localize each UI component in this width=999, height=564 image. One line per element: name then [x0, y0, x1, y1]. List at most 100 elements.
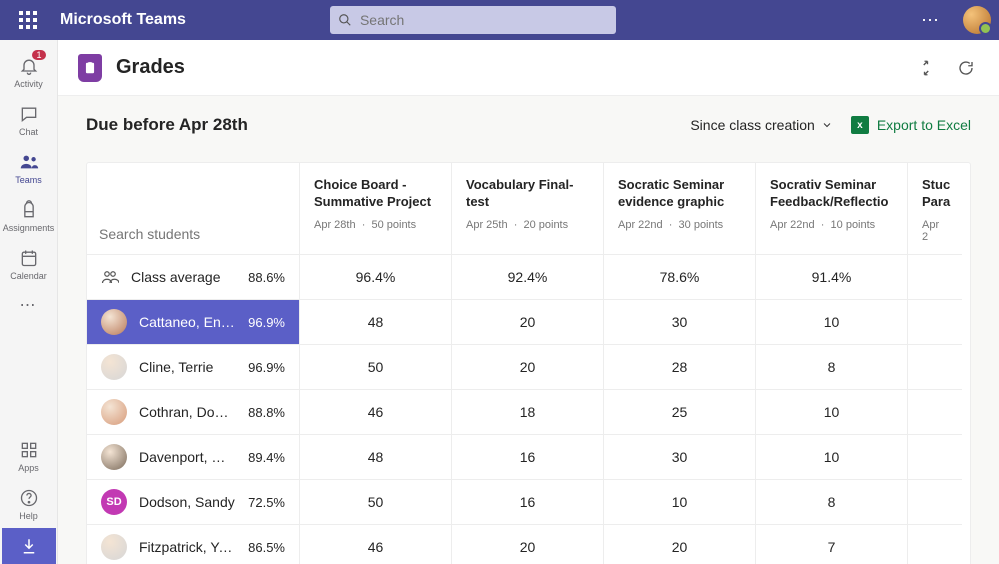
- grade-cell[interactable]: 30: [604, 435, 756, 480]
- grade-cell[interactable]: 8: [756, 480, 908, 525]
- chat-icon: [18, 103, 40, 125]
- grade-cell[interactable]: 28: [604, 345, 756, 390]
- more-button[interactable]: ⋯: [911, 10, 951, 31]
- rail-assignments[interactable]: Assignments: [0, 192, 58, 240]
- grade-cell[interactable]: [908, 435, 962, 480]
- apps-icon: [18, 439, 40, 461]
- grade-cell[interactable]: [908, 300, 962, 345]
- grade-cell[interactable]: [908, 480, 962, 525]
- class-average-label: Class average: [131, 269, 236, 285]
- collapse-button[interactable]: [913, 55, 939, 81]
- student-row[interactable]: Cothran, Dou… 88.8%: [87, 390, 300, 435]
- class-average-cell: 78.6%: [604, 255, 756, 300]
- teams-icon: [18, 151, 40, 173]
- class-average-cell: 92.4%: [452, 255, 604, 300]
- date-filter-label: Since class creation: [690, 117, 815, 133]
- student-row[interactable]: Cline, Terrie 96.9%: [87, 345, 300, 390]
- content-panel: Grades Due before Apr 28th Since class c…: [58, 40, 999, 564]
- grade-cell[interactable]: 10: [756, 390, 908, 435]
- export-excel-button[interactable]: x Export to Excel: [851, 116, 971, 134]
- grade-cell[interactable]: 10: [756, 435, 908, 480]
- waffle-icon: [19, 11, 37, 29]
- date-filter[interactable]: Since class creation: [690, 117, 833, 133]
- grades-table: Choice Board - Summative Project Apr 28t…: [58, 154, 999, 564]
- rail-apps[interactable]: Apps: [0, 432, 58, 480]
- search-students-cell: [87, 163, 300, 255]
- activity-badge: 1: [32, 50, 45, 60]
- grade-cell[interactable]: 20: [452, 300, 604, 345]
- student-name: Cattaneo, Enr…: [139, 314, 236, 330]
- rail-teams[interactable]: Teams: [0, 144, 58, 192]
- search-box[interactable]: [330, 6, 617, 34]
- grade-cell[interactable]: 46: [300, 390, 452, 435]
- rail-calendar-label: Calendar: [10, 271, 47, 281]
- student-avatar: [101, 534, 127, 560]
- student-avatar: [101, 354, 127, 380]
- grade-cell[interactable]: 10: [604, 480, 756, 525]
- grade-cell[interactable]: [908, 525, 962, 564]
- grade-cell[interactable]: 18: [452, 390, 604, 435]
- rail-teams-label: Teams: [15, 175, 42, 185]
- student-row[interactable]: Cattaneo, Enr… 96.9%: [87, 300, 300, 345]
- student-row[interactable]: Fitzpatrick, Yo… 86.5%: [87, 525, 300, 564]
- grade-cell[interactable]: 48: [300, 435, 452, 480]
- download-icon: [20, 537, 38, 555]
- student-average: 88.8%: [248, 405, 285, 420]
- student-average: 96.9%: [248, 360, 285, 375]
- refresh-button[interactable]: [953, 55, 979, 81]
- rail-activity[interactable]: 1 Activity: [0, 48, 58, 96]
- student-avatar: [101, 309, 127, 335]
- grade-cell[interactable]: 48: [300, 300, 452, 345]
- assignment-header[interactable]: Socratic Seminar evidence graphic Apr 22…: [604, 163, 756, 255]
- student-name: Davenport, M…: [139, 449, 236, 465]
- rail-chat[interactable]: Chat: [0, 96, 58, 144]
- grade-cell[interactable]: [908, 390, 962, 435]
- assignment-header[interactable]: Stuc Para Apr 2: [908, 163, 962, 255]
- student-avatar: [101, 444, 127, 470]
- grade-cell[interactable]: 50: [300, 345, 452, 390]
- assignment-header[interactable]: Vocabulary Final- test Apr 25th · 20 poi…: [452, 163, 604, 255]
- assignment-header[interactable]: Socrativ Seminar Feedback/Reflectio Apr …: [756, 163, 908, 255]
- more-icon: ⋯: [18, 294, 40, 316]
- grade-cell[interactable]: 20: [604, 525, 756, 564]
- student-row[interactable]: Davenport, M… 89.4%: [87, 435, 300, 480]
- rail-calendar[interactable]: Calendar: [0, 240, 58, 288]
- search-students-input[interactable]: [99, 226, 280, 242]
- profile-avatar[interactable]: [963, 6, 991, 34]
- grade-cell[interactable]: 46: [300, 525, 452, 564]
- class-average-value: 88.6%: [248, 270, 285, 285]
- grade-cell[interactable]: 16: [452, 480, 604, 525]
- grade-cell[interactable]: 10: [756, 300, 908, 345]
- rail-help[interactable]: Help: [0, 480, 58, 528]
- app-rail: 1 Activity Chat Teams Assignments: [0, 40, 58, 564]
- student-avatar: SD: [101, 489, 127, 515]
- grade-cell[interactable]: 50: [300, 480, 452, 525]
- assignment-title: Socratic Seminar evidence graphic: [618, 177, 741, 211]
- student-row[interactable]: SD Dodson, Sandy 72.5%: [87, 480, 300, 525]
- rail-more[interactable]: ⋯: [0, 288, 58, 322]
- assignment-meta: Apr 28th · 50 points: [314, 219, 437, 231]
- export-label: Export to Excel: [877, 117, 971, 133]
- app-launcher-button[interactable]: [8, 0, 48, 40]
- grade-cell[interactable]: 7: [756, 525, 908, 564]
- grade-cell[interactable]: 16: [452, 435, 604, 480]
- page-title: Grades: [116, 56, 185, 79]
- grade-cell[interactable]: 8: [756, 345, 908, 390]
- student-name: Fitzpatrick, Yo…: [139, 539, 236, 555]
- student-avatar: [101, 399, 127, 425]
- class-average-cell: 96.4%: [300, 255, 452, 300]
- class-average-row: Class average 88.6%: [87, 255, 300, 300]
- download-button[interactable]: [2, 528, 56, 564]
- assignment-header[interactable]: Choice Board - Summative Project Apr 28t…: [300, 163, 452, 255]
- grade-cell[interactable]: 30: [604, 300, 756, 345]
- due-title: Due before Apr 28th: [86, 115, 672, 135]
- refresh-icon: [957, 59, 975, 77]
- grade-cell[interactable]: 20: [452, 525, 604, 564]
- assignment-title: Vocabulary Final- test: [466, 177, 589, 211]
- grade-cell[interactable]: 25: [604, 390, 756, 435]
- grade-cell[interactable]: [908, 345, 962, 390]
- top-bar: Microsoft Teams ⋯: [0, 0, 999, 40]
- grade-cell[interactable]: 20: [452, 345, 604, 390]
- search-input[interactable]: [360, 12, 609, 28]
- assignment-meta: Apr 25th · 20 points: [466, 219, 589, 231]
